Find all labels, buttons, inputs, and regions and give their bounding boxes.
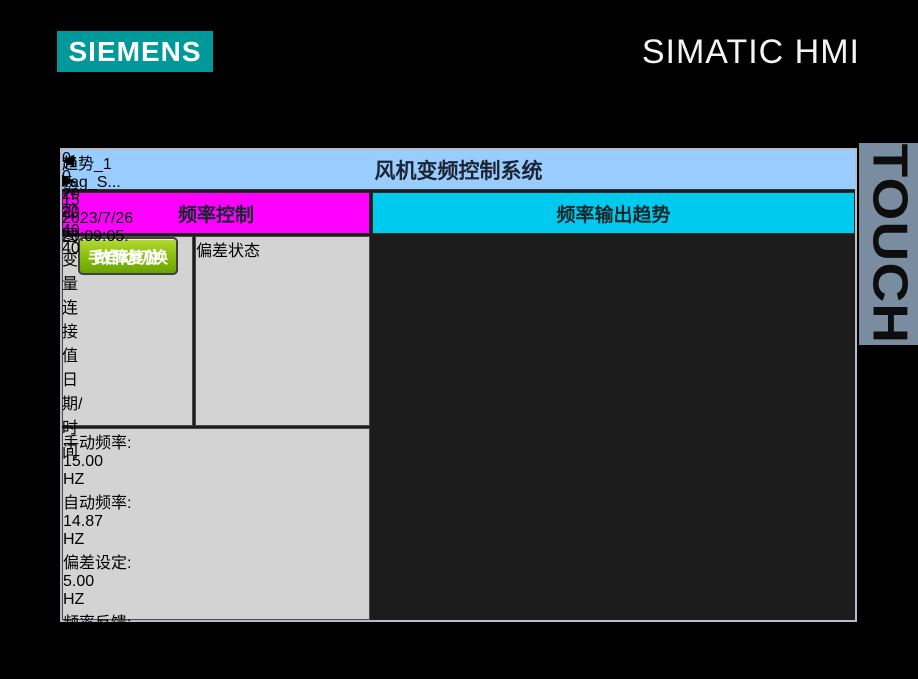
simatic-hmi-label: SIMATIC HMI [641,33,860,71]
manual-freq-label: 手动频率: [63,435,132,452]
freq-feedback-input[interactable]: 14.74 [63,633,369,651]
auto-freq-input[interactable]: 14.87 [63,513,369,531]
auto-freq-label: 自动频率: [63,495,132,512]
field-row-auto-freq: 自动频率: 14.87 HZ [63,489,369,549]
hmi-screen: SIEMENS SIMATIC HMI TOUCH 风机变频控制系统 频率控制 … [0,0,918,679]
touch-label: TOUCH [861,143,917,345]
window-title-bar: 风机变频控制系统 [62,150,855,190]
hmi-window: 风机变频控制系统 频率控制 频率输出趋势 无扰切换 手自动切换 故障复位 偏差状… [60,148,857,668]
deviation-set-unit: HZ [63,591,85,608]
deviation-status-label: 偏差状态 [196,243,261,260]
frequency-fields-panel: 手动频率: 15.00 HZ 自动频率: 14.87 HZ 偏差设定: 5.00… [62,428,370,668]
window-title: 风机变频控制系统 [374,159,543,183]
siemens-logo: SIEMENS [57,31,213,72]
scroll-right-icon[interactable]: ▶ [62,170,74,190]
col-header-tag-connection: 变量连接 [62,252,79,341]
col-header-value: 值 [62,348,79,365]
field-row-manual-freq: 手动频率: 15.00 HZ [63,429,369,489]
col-header-datetime: 日期/时间 [62,372,83,461]
manual-freq-unit: HZ [63,471,85,488]
freq-feedback-label: 频率反馈: [63,615,132,632]
trend-section-header: 频率输出趋势 [372,192,855,234]
field-row-freq-feedback: 频率反馈: 14.74 HZ [63,609,369,669]
vendor-watermark: 泰安宏盛自动化科技有限公司 [0,6,209,23]
cell-datetime: 2023/7/26 20:09:05. [62,210,134,245]
deviation-set-input[interactable]: 5.00 [63,573,369,591]
freq-feedback-unit: HZ [63,651,85,668]
field-row-deviation-set: 偏差设定: 5.00 HZ [63,549,369,609]
auto-freq-unit: HZ [63,531,85,548]
manual-freq-input[interactable]: 15.00 [63,453,369,471]
scroll-left-icon[interactable]: ◀ [62,150,74,170]
touch-side-strip: TOUCH [859,143,918,345]
trend-scrollbar: ◀ ▶ [62,150,74,190]
cell-value: 15 [62,192,80,209]
siemens-logo-text: SIEMENS [68,35,202,67]
deviation-set-label: 偏差设定: [63,555,132,572]
deviation-indicator-panel: 偏差状态 [195,236,370,426]
